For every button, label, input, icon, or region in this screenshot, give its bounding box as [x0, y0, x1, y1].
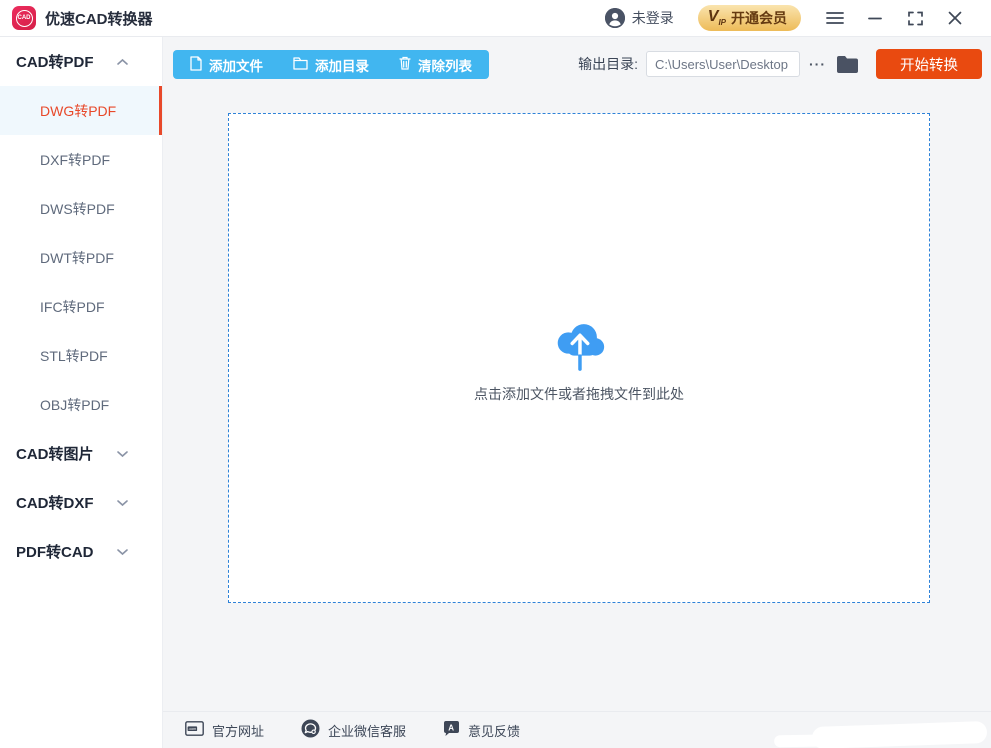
sidebar-item-dwt-to-pdf[interactable]: DWT转PDF [0, 233, 162, 282]
chevron-down-icon [117, 548, 128, 555]
clear-list-button[interactable]: 清除列表 [399, 55, 472, 75]
sidebar-group-label: PDF转CAD [16, 541, 94, 562]
login-status-label: 未登录 [632, 8, 674, 28]
com-badge-icon: .com [185, 721, 204, 739]
maximize-button[interactable] [895, 0, 935, 37]
official-website-label: 官方网址 [212, 721, 264, 740]
sidebar-group-cad-to-image[interactable]: CAD转图片 [0, 429, 162, 478]
chevron-down-icon [117, 450, 128, 457]
sidebar: CAD转PDF DWG转PDF DXF转PDF DWS转PDF DWT转PDF … [0, 37, 163, 748]
app-window: CAD 优速CAD转换器 未登录 VIP 开通会员 [0, 0, 991, 748]
chevron-up-icon [117, 58, 128, 65]
sidebar-group-label: CAD转PDF [16, 51, 94, 72]
footer-bar: .com 官方网址 企业微信客服 A 意见反馈 [163, 711, 991, 748]
file-dropzone[interactable]: 点击添加文件或者拖拽文件到此处 [228, 113, 930, 603]
upload-cloud-icon [548, 313, 610, 378]
folder-add-icon [293, 57, 308, 73]
login-status-button[interactable]: 未登录 [605, 8, 674, 28]
window-controls [815, 0, 975, 37]
output-dir-label: 输出目录: [578, 54, 638, 74]
sidebar-group-cad-to-dxf[interactable]: CAD转DXF [0, 478, 162, 527]
trash-icon [399, 56, 411, 73]
chevron-down-icon [117, 499, 128, 506]
output-directory-row: 输出目录: ··· 开始转换 [578, 49, 982, 79]
add-folder-button[interactable]: 添加目录 [293, 55, 369, 75]
sidebar-group-label: CAD转图片 [16, 443, 94, 464]
redacted-area [812, 721, 988, 748]
sidebar-item-ifc-to-pdf[interactable]: IFC转PDF [0, 282, 162, 331]
menu-button[interactable] [815, 0, 855, 37]
app-title: 优速CAD转换器 [45, 8, 153, 29]
start-convert-button[interactable]: 开始转换 [876, 49, 982, 79]
vip-icon: VIP [708, 8, 726, 27]
sidebar-item-dwg-to-pdf[interactable]: DWG转PDF [0, 86, 162, 135]
vip-label: 开通会员 [731, 8, 787, 28]
app-logo-text: CAD [16, 10, 33, 27]
file-icon [190, 56, 202, 74]
file-actions-toolbar: 添加文件 添加目录 清除列表 [173, 50, 489, 79]
sidebar-item-stl-to-pdf[interactable]: STL转PDF [0, 331, 162, 380]
add-folder-label: 添加目录 [315, 55, 369, 75]
clear-list-label: 清除列表 [418, 55, 472, 75]
sidebar-item-obj-to-pdf[interactable]: OBJ转PDF [0, 380, 162, 429]
svg-text:.com: .com [188, 727, 196, 731]
sidebar-group-label: CAD转DXF [16, 492, 94, 513]
wechat-support-link[interactable]: 企业微信客服 [301, 719, 406, 741]
browse-more-button[interactable]: ··· [809, 56, 826, 72]
sidebar-item-label: STL转PDF [40, 346, 108, 366]
feedback-label: 意见反馈 [468, 721, 520, 740]
wechat-support-label: 企业微信客服 [328, 721, 406, 740]
minimize-button[interactable] [855, 0, 895, 37]
app-logo-icon: CAD [12, 6, 36, 30]
user-avatar-icon [605, 8, 625, 28]
sidebar-group-cad-to-pdf[interactable]: CAD转PDF [0, 37, 162, 86]
feedback-link[interactable]: A 意见反馈 [443, 720, 520, 740]
feedback-icon: A [443, 720, 460, 740]
sidebar-item-label: DWG转PDF [40, 101, 116, 121]
sidebar-item-label: DWT转PDF [40, 248, 114, 268]
title-bar: CAD 优速CAD转换器 未登录 VIP 开通会员 [0, 0, 991, 37]
svg-text:A: A [448, 724, 454, 733]
dropzone-hint: 点击添加文件或者拖拽文件到此处 [474, 384, 684, 404]
sidebar-item-label: IFC转PDF [40, 297, 105, 317]
sidebar-group-pdf-to-cad[interactable]: PDF转CAD [0, 527, 162, 576]
sidebar-item-label: DWS转PDF [40, 199, 115, 219]
vip-upgrade-button[interactable]: VIP 开通会员 [698, 5, 801, 31]
open-folder-button[interactable] [837, 56, 858, 73]
sidebar-item-label: OBJ转PDF [40, 395, 109, 415]
output-dir-input[interactable] [646, 51, 800, 77]
close-button[interactable] [935, 0, 975, 37]
add-file-button[interactable]: 添加文件 [190, 55, 263, 75]
sidebar-item-dws-to-pdf[interactable]: DWS转PDF [0, 184, 162, 233]
sidebar-item-label: DXF转PDF [40, 150, 110, 170]
main-panel: 添加文件 添加目录 清除列表 输出目录: ··· 开始转换 [163, 37, 991, 748]
add-file-label: 添加文件 [209, 55, 263, 75]
sidebar-item-dxf-to-pdf[interactable]: DXF转PDF [0, 135, 162, 184]
official-website-link[interactable]: .com 官方网址 [185, 721, 264, 740]
wechat-service-icon [301, 719, 320, 741]
